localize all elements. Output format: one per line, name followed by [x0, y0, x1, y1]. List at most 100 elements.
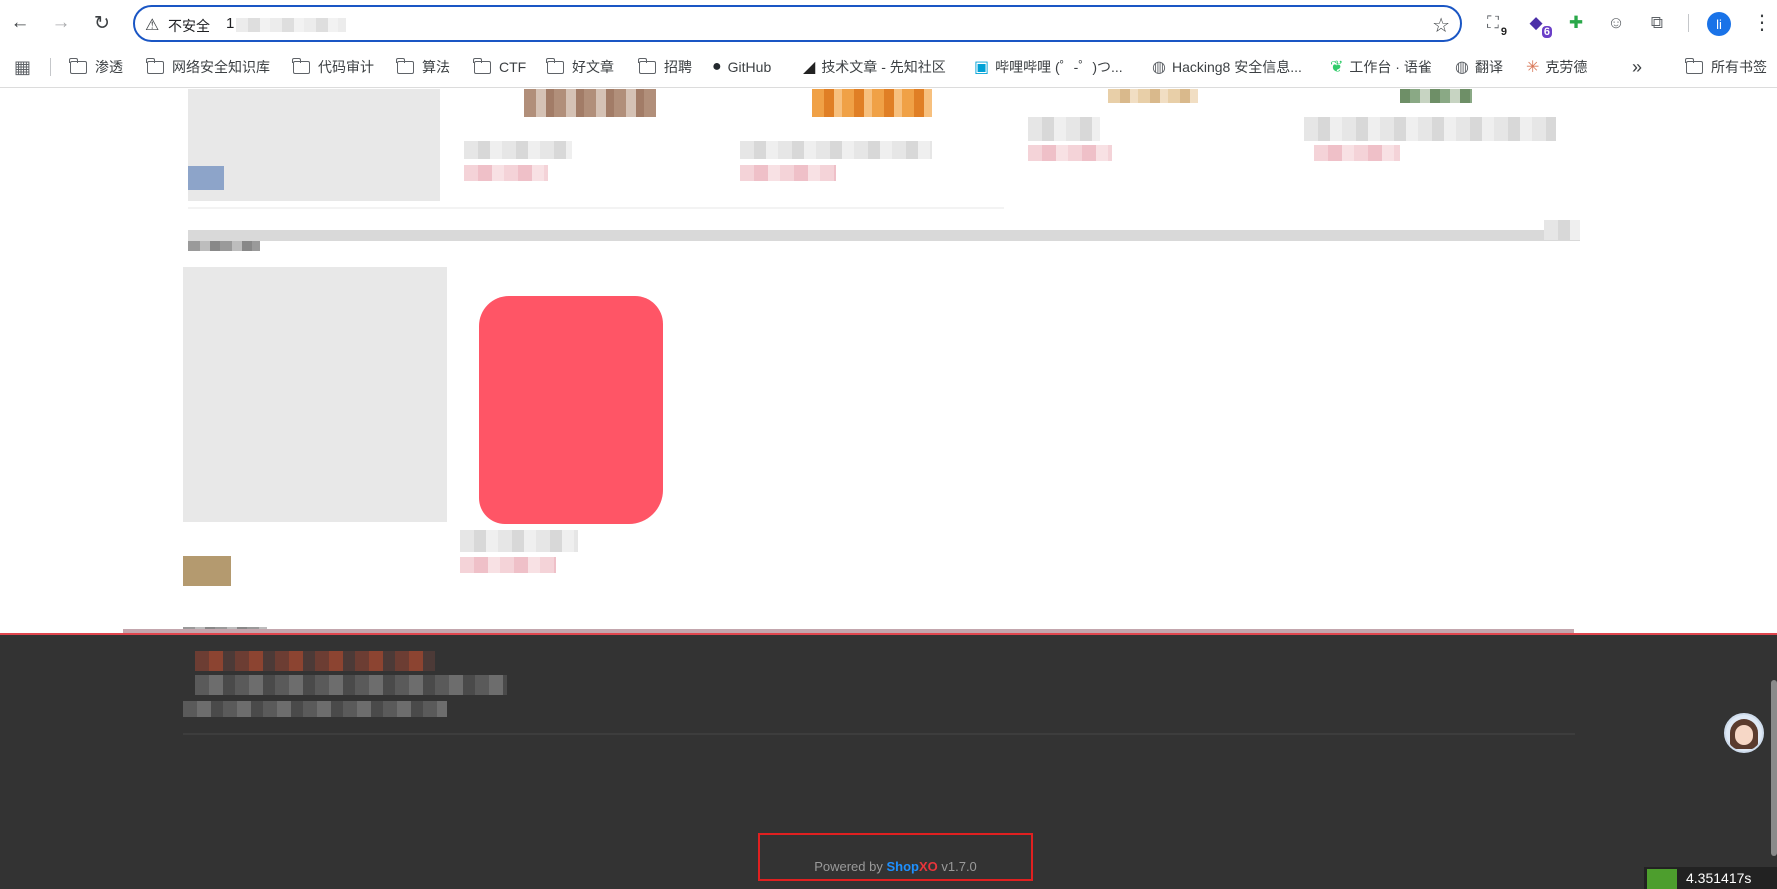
- plus-extension-icon[interactable]: ✚: [1563, 10, 1589, 36]
- bookmark-folder-algorithm[interactable]: 算法: [396, 56, 450, 78]
- bookmark-label: 网络安全知识库: [172, 59, 270, 75]
- product-price: [1314, 145, 1400, 161]
- bookmark-label: 招聘: [664, 59, 692, 75]
- product-title[interactable]: [1304, 117, 1556, 141]
- bookmark-folder-jobs[interactable]: 招聘: [638, 56, 692, 78]
- bookmark-label: 所有书签: [1711, 59, 1767, 75]
- extension-badge: 6: [1541, 26, 1552, 38]
- divider: [188, 207, 1004, 209]
- bookmark-bilibili[interactable]: ▣ 哔哩哔哩 (゜-゜)つ...: [974, 56, 1123, 78]
- powered-by-highlight: Powered by ShopXO v1.7.0: [758, 833, 1033, 881]
- footer-info-line: [195, 675, 507, 695]
- bookmark-claude[interactable]: ✳ 克劳德: [1526, 56, 1587, 78]
- powered-prefix: Powered by: [814, 859, 887, 874]
- bookmark-folder-ctf[interactable]: CTF: [473, 56, 527, 78]
- url-text[interactable]: 1: [226, 15, 234, 32]
- bookmark-label: 技术文章 - 先知社区: [821, 59, 946, 75]
- folder-icon: [473, 57, 491, 74]
- address-bar[interactable]: ⚠ 不安全 1 ☆: [133, 5, 1462, 42]
- bookmark-folder-articles[interactable]: 好文章: [546, 56, 614, 78]
- product-price: [740, 165, 836, 181]
- bookmark-github[interactable]: ● GitHub: [712, 56, 771, 78]
- bookmarks-bar: ▦ 渗透 网络安全知识库 代码审计 算法 CTF 好文章 招聘 ● GitHub…: [0, 46, 1777, 88]
- footer-divider: [183, 733, 1575, 735]
- cat-extension-icon[interactable]: ☺: [1603, 10, 1629, 36]
- product-title[interactable]: [464, 141, 572, 159]
- bookmark-yuque[interactable]: ❦ 工作台 · 语雀: [1330, 56, 1432, 78]
- folder-icon: [396, 57, 414, 74]
- bookmark-translate[interactable]: ◍ 翻译: [1455, 56, 1503, 78]
- category-banner[interactable]: [183, 267, 447, 522]
- puzzle-extensions-icon[interactable]: ⧉: [1644, 10, 1670, 36]
- bookmark-label: 翻译: [1474, 59, 1503, 75]
- browser-toolbar: ← → ↻ ⚠ 不安全 1 ☆ ⛶ 9 ◆ 6 ✚ ☺ ⧉ li ⋮: [0, 0, 1777, 46]
- graduation-cap-extension-icon[interactable]: ◆ 6: [1523, 10, 1552, 38]
- bookmark-label: CTF: [499, 59, 527, 75]
- product-title[interactable]: [460, 530, 578, 552]
- warning-icon[interactable]: ⚠: [145, 15, 159, 35]
- bookmark-label: 算法: [422, 59, 450, 75]
- redacted-product-image: [479, 296, 663, 524]
- leaf-icon: [1647, 869, 1677, 889]
- globe-icon: ◍: [1152, 59, 1166, 76]
- product-image[interactable]: [524, 89, 656, 117]
- section-more-link[interactable]: [1544, 220, 1580, 240]
- page-scrollbar[interactable]: [1771, 680, 1777, 856]
- bookmarks-separator: [50, 58, 51, 76]
- product-image[interactable]: [812, 89, 932, 117]
- apps-grid-icon[interactable]: ▦: [14, 56, 37, 78]
- globe-icon: ◍: [1455, 59, 1469, 76]
- brand-shop[interactable]: Shop: [886, 859, 919, 874]
- bookmark-folder-pentest[interactable]: 渗透: [69, 56, 123, 78]
- extension-badge: 9: [1498, 26, 1509, 38]
- timer-text: 4.351417s: [1686, 870, 1752, 886]
- footer-info-line: [195, 651, 435, 671]
- more-menu-icon[interactable]: ⋮: [1752, 10, 1772, 35]
- customer-service-avatar[interactable]: [1724, 713, 1764, 753]
- claude-icon: ✳: [1526, 59, 1540, 76]
- back-arrow-icon[interactable]: ←: [8, 11, 32, 35]
- brand-xo[interactable]: XO: [919, 859, 938, 874]
- bookmark-label: 工作台 · 语雀: [1349, 59, 1432, 75]
- bookmark-label: 克劳德: [1545, 59, 1588, 75]
- forward-arrow-icon[interactable]: →: [49, 11, 73, 35]
- profile-avatar[interactable]: li: [1707, 12, 1731, 36]
- product-price: [1028, 145, 1112, 161]
- bookmark-star-icon[interactable]: ☆: [1432, 13, 1450, 38]
- version-text: v1.7.0: [937, 859, 977, 874]
- folder-icon: [69, 57, 87, 74]
- bookmark-hacking8[interactable]: ◍ Hacking8 安全信息...: [1152, 56, 1302, 78]
- footer-info-line: [183, 701, 447, 717]
- product-title[interactable]: [740, 141, 932, 159]
- product-price: [464, 165, 548, 181]
- security-label[interactable]: 不安全: [168, 16, 210, 36]
- folder-icon: [1685, 57, 1703, 74]
- debug-timer: 4.351417s: [1644, 867, 1777, 889]
- bookmark-folder-security-kb[interactable]: 网络安全知识库: [146, 56, 270, 78]
- folder-icon: [146, 57, 164, 74]
- folder-icon: [546, 57, 564, 74]
- bookmark-label: 哔哩哔哩 (゜-゜)つ...: [995, 59, 1123, 75]
- screenshot-extension-icon[interactable]: ⛶ 9: [1480, 10, 1509, 38]
- bilibili-icon: ▣: [974, 59, 990, 76]
- category-icon: [183, 556, 231, 586]
- category-icon: [188, 166, 224, 190]
- bookmark-label: 代码审计: [318, 59, 374, 75]
- bookmarks-overflow-button[interactable]: »: [1632, 56, 1642, 78]
- category-banner[interactable]: [188, 89, 440, 201]
- page-viewport: [0, 89, 1777, 889]
- folder-icon: [638, 57, 656, 74]
- bookmark-label: 好文章: [572, 59, 614, 75]
- product-image[interactable]: [1108, 89, 1198, 103]
- section-divider: [188, 230, 1580, 241]
- product-price: [460, 557, 556, 573]
- product-image[interactable]: [1400, 89, 1472, 103]
- yuque-icon: ❦: [1330, 59, 1344, 76]
- reload-icon[interactable]: ↻: [90, 11, 114, 35]
- bookmark-xianzhi[interactable]: ◢ 技术文章 - 先知社区: [803, 56, 946, 78]
- product-title[interactable]: [1028, 117, 1100, 141]
- bookmark-folder-code-audit[interactable]: 代码审计: [292, 56, 374, 78]
- avatar-face: [1735, 725, 1753, 745]
- all-bookmarks-folder[interactable]: 所有书签: [1685, 56, 1767, 78]
- bookmark-label: 渗透: [95, 59, 123, 75]
